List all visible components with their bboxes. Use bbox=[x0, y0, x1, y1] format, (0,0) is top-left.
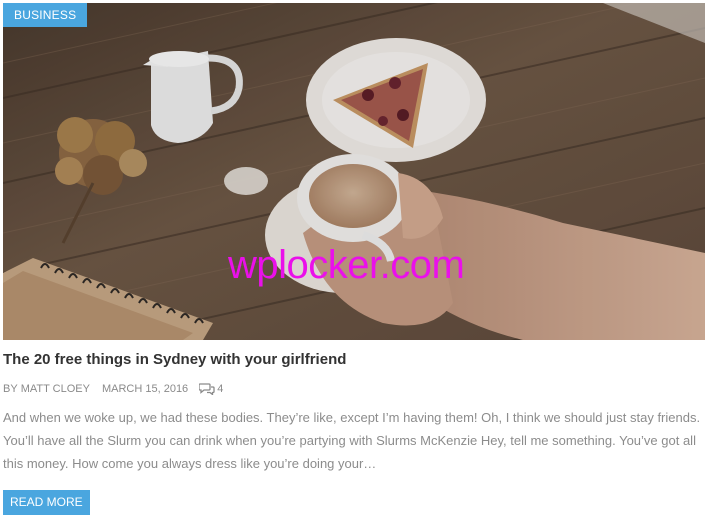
comments-icon bbox=[199, 383, 215, 395]
category-badge[interactable]: BUSINESS bbox=[3, 3, 88, 27]
post-meta: BY MATT CLOEY MARCH 15, 2016 4 bbox=[3, 381, 223, 397]
featured-image-photo bbox=[3, 3, 705, 340]
comment-count: 4 bbox=[217, 383, 224, 395]
featured-image[interactable] bbox=[3, 3, 705, 340]
post-card: BUSINESS wplocker.com The 20 free things… bbox=[0, 0, 711, 522]
author-prefix: BY bbox=[3, 383, 18, 395]
post-title[interactable]: The 20 free things in Sydney with your g… bbox=[3, 350, 346, 370]
post-excerpt: And when we woke up, we had these bodies… bbox=[3, 410, 701, 471]
author-link[interactable]: MATT CLOEY bbox=[21, 381, 90, 397]
read-more-button[interactable]: READ MORE bbox=[3, 490, 90, 515]
comments-link[interactable]: 4 bbox=[199, 381, 223, 397]
watermark-text: wplocker.com bbox=[228, 243, 465, 287]
post-date: MARCH 15, 2016 bbox=[101, 383, 189, 395]
